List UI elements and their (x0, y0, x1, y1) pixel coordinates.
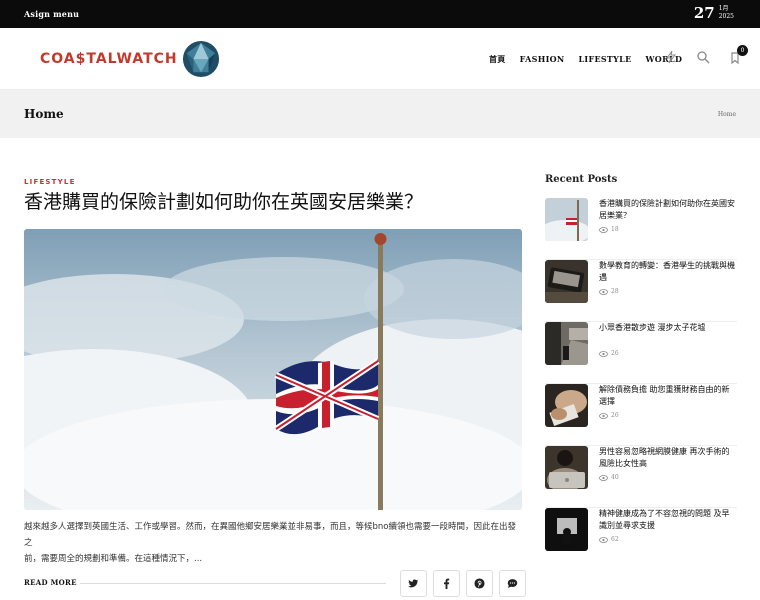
facebook-icon (444, 578, 450, 589)
site-header: COA$TALWATCH 首頁 FASHION LIFESTYLE WORLD … (0, 28, 760, 90)
date-month: 1月 (718, 5, 729, 12)
logo-text: COA$TALWATCH (40, 51, 178, 67)
date-widget: 27 1月 2025 (694, 4, 734, 22)
recent-post-item[interactable]: 精神健康成為了不容忽視的問題 及早識別並尋求支援 62 (545, 508, 737, 570)
excerpt-line-1: 越來越多人選擇到英國生活、工作或學習。然而，在異國他鄉安居樂業並非易事，而且，等… (24, 522, 516, 548)
post-view-count: 26 (611, 412, 619, 419)
article-category[interactable]: LIFESTYLE (24, 178, 76, 186)
recent-post-item[interactable]: 男性容易忽略視網膜健康 再次手術的風險比女性高 40 (545, 446, 737, 508)
comment-icon (507, 579, 518, 589)
flag-photo (24, 229, 522, 510)
article-hero-image[interactable] (24, 229, 522, 510)
eye-icon (599, 350, 608, 357)
share-twitter-button[interactable] (400, 570, 427, 597)
eye-icon (599, 412, 608, 419)
recent-posts-title: Recent Posts (545, 174, 618, 185)
divider (80, 583, 386, 584)
logo-gem-icon (182, 40, 219, 78)
date-day: 27 (693, 4, 715, 22)
nav-item-home[interactable]: 首頁 (489, 54, 506, 65)
nav-item-lifestyle[interactable]: LIFESTYLE (579, 54, 632, 65)
post-title[interactable]: 解除債務負擔 助您重獲財務自由的新選擇 (599, 384, 737, 408)
assign-menu-label[interactable]: Asign menu (24, 9, 79, 19)
date-year: 2025 (718, 13, 734, 20)
article-title[interactable]: 香港購買的保險計劃如何助你在英國安居樂業？ (24, 189, 524, 215)
page-title-band: Home Home (0, 90, 760, 138)
eye-icon (599, 288, 608, 295)
top-bar: Asign menu 27 1月 2025 (0, 0, 760, 28)
eye-icon (599, 226, 608, 233)
nav-item-fashion[interactable]: FASHION (520, 54, 565, 65)
post-view-count: 28 (611, 288, 619, 295)
bookmark-count-badge: 0 (737, 45, 748, 56)
post-view-count: 62 (611, 536, 619, 543)
breadcrumb[interactable]: Home (718, 111, 736, 118)
eye-icon (599, 536, 608, 543)
post-title[interactable]: 香港購買的保險計劃如何助你在英國安居樂業？ (599, 198, 737, 222)
recent-post-item[interactable]: 數學教育的轉變：香港學生的挑戰與機遇 28 (545, 260, 737, 322)
eye-icon (599, 474, 608, 481)
post-thumbnail[interactable] (545, 260, 588, 303)
twitter-icon (408, 579, 419, 588)
post-thumbnail[interactable] (545, 508, 588, 551)
share-facebook-button[interactable] (433, 570, 460, 597)
post-view-count: 26 (611, 350, 619, 357)
page-title: Home (24, 107, 64, 121)
recent-posts-list: 香港購買的保險計劃如何助你在英國安居樂業？ 18 數學教育的轉變：香港學生的挑戰… (545, 198, 737, 570)
share-pinterest-button[interactable] (466, 570, 493, 597)
share-comment-button[interactable] (499, 570, 526, 597)
post-thumbnail[interactable] (545, 446, 588, 489)
article-excerpt: 越來越多人選擇到英國生活、工作或學習。然而，在異國他鄉安居樂業並非易事，而且，等… (24, 519, 522, 567)
post-title[interactable]: 小眾香港散步遊 漫步太子花墟 (599, 322, 737, 334)
post-view-count: 40 (611, 474, 619, 481)
share-buttons (400, 570, 526, 597)
recent-post-item[interactable]: 小眾香港散步遊 漫步太子花墟 26 (545, 322, 737, 384)
post-title[interactable]: 男性容易忽略視網膜健康 再次手術的風險比女性高 (599, 446, 737, 470)
post-title[interactable]: 數學教育的轉變：香港學生的挑戰與機遇 (599, 260, 737, 284)
post-thumbnail[interactable] (545, 384, 588, 427)
site-logo[interactable]: COA$TALWATCH (40, 40, 220, 78)
excerpt-line-2: 前，需要周全的規劃和準備。在這種情況下，... (24, 554, 203, 564)
pinterest-icon (474, 578, 485, 589)
main-nav: 首頁 FASHION LIFESTYLE WORLD (489, 54, 682, 65)
post-title[interactable]: 精神健康成為了不容忽視的問題 及早識別並尋求支援 (599, 508, 737, 532)
recent-post-item[interactable]: 解除債務負擔 助您重獲財務自由的新選擇 26 (545, 384, 737, 446)
lightning-icon[interactable] (664, 50, 678, 64)
post-thumbnail[interactable] (545, 322, 588, 365)
post-thumbnail[interactable] (545, 198, 588, 241)
read-more-link[interactable]: READ MORE (24, 578, 77, 587)
post-view-count: 18 (611, 226, 619, 233)
search-icon[interactable] (696, 50, 710, 64)
recent-post-item[interactable]: 香港購買的保險計劃如何助你在英國安居樂業？ 18 (545, 198, 737, 260)
bookmark-button[interactable]: 0 (728, 45, 748, 65)
